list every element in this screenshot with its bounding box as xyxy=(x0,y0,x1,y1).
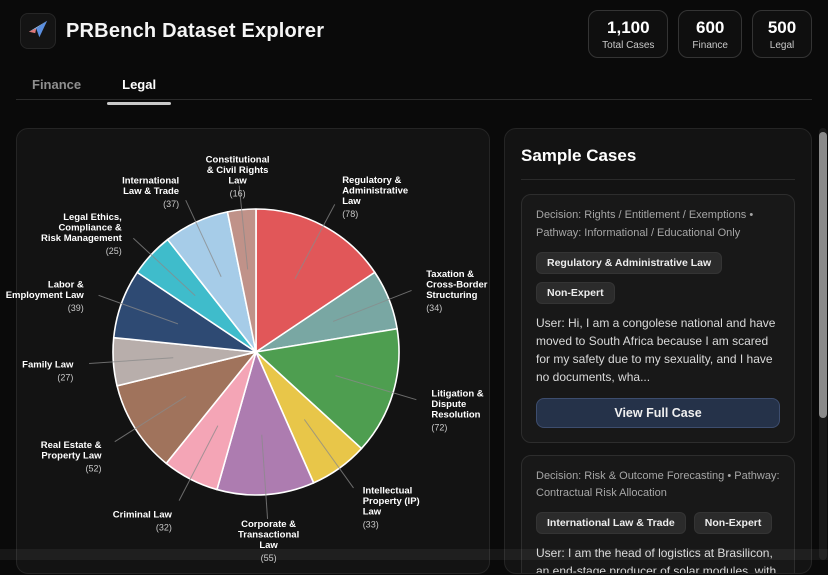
pie-slice-count: (78) xyxy=(342,209,358,219)
pie-slice-label: Corporate & xyxy=(241,519,296,530)
app-logo xyxy=(20,13,56,49)
case-card: Decision: Risk & Outcome Forecasting • P… xyxy=(521,455,795,574)
pie-slice-label: Family Law xyxy=(22,360,74,371)
stat-value: 1,100 xyxy=(602,18,654,38)
stat-card-finance: 600 Finance xyxy=(678,10,742,58)
pie-slice-label: Property Law xyxy=(41,450,102,461)
pie-slice-label: Compliance & xyxy=(58,223,121,234)
case-card-list: Decision: Rights / Entitlement / Exempti… xyxy=(521,194,795,574)
pie-slice-count: (34) xyxy=(426,303,442,313)
prbench-dataset-explorer: { "header": { "title": "PRBench Dataset … xyxy=(0,0,828,560)
pie-slice-label: Administrative xyxy=(342,186,408,197)
pie-slice-label: & Civil Rights xyxy=(207,165,269,176)
tabs-divider xyxy=(16,99,812,100)
pie-slice-label: Regulatory & xyxy=(342,175,401,186)
case-tags: Regulatory & Administrative Law Non-Exper… xyxy=(536,252,780,304)
page-scrollbar-thumb[interactable] xyxy=(819,132,827,418)
pie-slice-label: Taxation & xyxy=(426,269,474,280)
pie-slice-label: Intellectual xyxy=(363,485,413,496)
stat-label: Legal xyxy=(766,40,798,51)
pie-slice-label: Law xyxy=(342,196,361,207)
sample-cases-title: Sample Cases xyxy=(521,146,795,166)
case-tag: Non-Expert xyxy=(536,282,615,304)
pie-slice-count: (37) xyxy=(163,199,179,209)
stat-value: 600 xyxy=(692,18,728,38)
pie-slice-label: Constitutional xyxy=(206,154,270,165)
pie-slice-label: Risk Management xyxy=(41,233,123,244)
case-user-excerpt: User: I am the head of logistics at Bras… xyxy=(536,544,780,574)
page-title: PRBench Dataset Explorer xyxy=(66,20,324,43)
paper-plane-icon xyxy=(27,18,49,45)
pie-slice-label: Labor & xyxy=(48,280,84,291)
case-tag: International Law & Trade xyxy=(536,512,686,534)
pie-slice-label: Real Estate & xyxy=(41,440,102,451)
legal-category-pie-chart: Regulatory &AdministrativeLaw(78)Taxatio… xyxy=(17,129,491,575)
case-decision-pathway: Decision: Risk & Outcome Forecasting • P… xyxy=(536,468,780,504)
stat-label: Total Cases xyxy=(602,40,654,51)
case-decision-pathway: Decision: Rights / Entitlement / Exempti… xyxy=(536,207,780,243)
pie-slice-label: Law xyxy=(228,175,247,186)
tab-legal[interactable]: Legal xyxy=(122,77,156,105)
tab-finance[interactable]: Finance xyxy=(32,77,81,105)
page-scrollbar-track[interactable] xyxy=(819,128,827,560)
stat-card-legal: 500 Legal xyxy=(752,10,812,58)
pie-slice-count: (16) xyxy=(230,188,246,198)
pie-slice-count: (27) xyxy=(57,373,73,383)
pie-slice-label: Transactional xyxy=(238,530,299,541)
pie-slice-count: (25) xyxy=(106,246,122,256)
stat-label: Finance xyxy=(692,40,728,51)
pie-slice-label: Litigation & xyxy=(431,389,483,400)
pie-slice-count: (33) xyxy=(363,519,379,529)
pie-slice-count: (39) xyxy=(68,303,84,313)
view-full-case-button[interactable]: View Full Case xyxy=(536,398,780,428)
case-tags: International Law & Trade Non-Expert xyxy=(536,512,780,534)
pie-slice-label: Structuring xyxy=(426,290,477,301)
pie-slice-count: (55) xyxy=(261,553,277,563)
pie-slice-label: Cross-Border xyxy=(426,280,488,291)
stat-card-total-cases: 1,100 Total Cases xyxy=(588,10,668,58)
case-user-excerpt: User: Hi, I am a congolese national and … xyxy=(536,314,780,387)
case-card: Decision: Rights / Entitlement / Exempti… xyxy=(521,194,795,443)
tab-bar: Finance Legal xyxy=(32,77,156,105)
category-pie-chart-panel: Regulatory &AdministrativeLaw(78)Taxatio… xyxy=(16,128,490,574)
pie-slice-label: Criminal Law xyxy=(113,510,173,521)
case-tag: Regulatory & Administrative Law xyxy=(536,252,722,274)
pie-slice-label: Property (IP) xyxy=(363,496,420,507)
stat-value: 500 xyxy=(766,18,798,38)
sample-cases-divider xyxy=(521,179,795,180)
pie-slice-label: Law xyxy=(363,506,382,517)
pie-slice-count: (52) xyxy=(85,463,101,473)
pie-slice-label: Law xyxy=(259,540,278,551)
stats-cards: 1,100 Total Cases 600 Finance 500 Legal xyxy=(588,10,812,58)
pie-slice-label: Employment Law xyxy=(6,290,85,301)
sample-cases-panel: Sample Cases Decision: Rights / Entitlem… xyxy=(504,128,812,574)
pie-slice-count: (72) xyxy=(431,423,447,433)
pie-slice-label: International xyxy=(122,176,179,187)
pie-slice-count: (32) xyxy=(156,523,172,533)
case-tag: Non-Expert xyxy=(694,512,773,534)
pie-slice-label: Legal Ethics, xyxy=(63,212,122,223)
pie-slice-label: Resolution xyxy=(431,410,480,421)
pie-slice-label: Law & Trade xyxy=(123,186,179,197)
pie-slice-label: Dispute xyxy=(431,399,466,410)
